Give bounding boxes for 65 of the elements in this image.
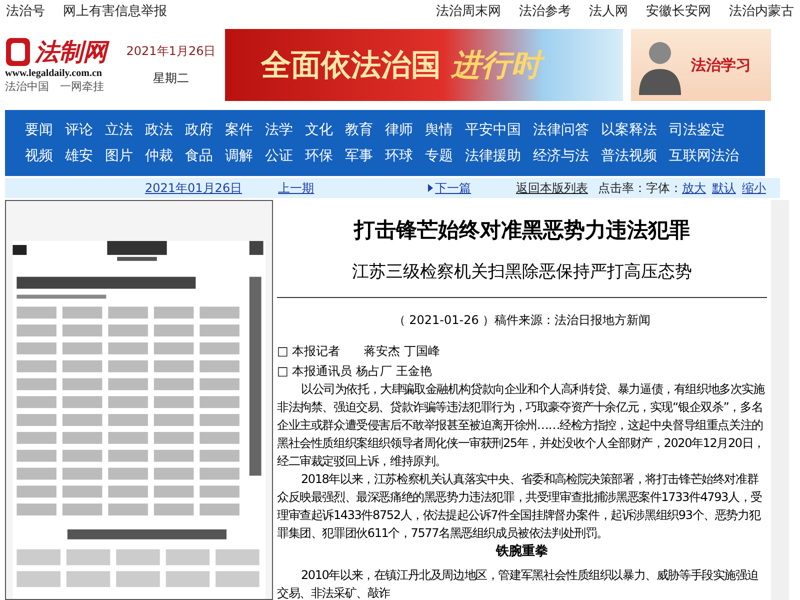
nav-link[interactable]: 评论: [65, 121, 93, 139]
article-meta: （ 2021-01-26 ）稿件来源：法治日报地方新闻: [393, 312, 651, 329]
previous-issue-link[interactable]: 上一期: [278, 180, 314, 196]
logo-slogan: 法治中国 一网牵挂: [5, 79, 104, 94]
article-paragraph: 2010年以来，在镇江丹北及周边地区，管建军黑社会性质组织以暴力、威胁等手段实施强迫交易、非法采矿、敲诈: [277, 567, 760, 600]
nav-link[interactable]: 军事: [345, 147, 373, 165]
promo-banner[interactable]: 法治学习: [631, 29, 771, 101]
nav-link[interactable]: 政法: [145, 121, 173, 139]
top-link[interactable]: 法人网: [589, 2, 628, 20]
nav-link[interactable]: 图片: [105, 147, 133, 165]
font-size-link[interactable]: 缩小: [742, 180, 766, 196]
header-date: 2021年1月26日: [126, 43, 216, 60]
font-size-link[interactable]: 放大: [682, 180, 706, 196]
nav-link[interactable]: 律师: [385, 121, 413, 139]
nav-link[interactable]: 公证: [265, 147, 293, 165]
nav-link[interactable]: 雄安: [65, 147, 93, 165]
article-subtitle: 江苏三级检察机关扫黑除恶保持严打高压态势: [352, 261, 692, 283]
nav-link[interactable]: 环保: [305, 147, 333, 165]
nav-link[interactable]: 平安中国: [465, 121, 521, 139]
newspaper-scan[interactable]: [5, 200, 273, 600]
article-paragraph: 以公司为依托，大肆骗取金融机构贷款向企业和个人高利转贷、暴力逼债，有组织地多次实施非法拘禁、强迫交易、贷款诈骗等违法犯罪行为，巧取豪夺资产十余亿元，实现“银企双杀”，多名企业主或群众遭受侵害后不敢举报甚至被迫离开徐州……经检方指控，这起中央督导组重点关注的黑社会性质组织案组织领导者周化侠一审获刑25年，并处没收个人全部财产，2020年12月20日，经二审裁定驳回上诉，维持原判。: [277, 381, 766, 470]
triangle-icon: [428, 184, 434, 192]
next-article-link[interactable]: 下一篇: [428, 180, 472, 196]
nav-link[interactable]: 经济与法: [533, 147, 589, 165]
issue-date-link[interactable]: 2021年01月26日: [145, 180, 242, 196]
article-paragraph: 2018年以来，江苏检察机关认真落实中央、省委和高检院决策部署，将打击锋芒始终对准群众反映最强烈、最深恶痛绝的黑恶势力违法犯罪，共受理审查批捕涉黑恶案件1733件4793人，受理审查起诉1433件8752人，依法提起公诉7件全国挂牌督办案件，起诉涉黑组织93个、恶势力犯罪集团、犯罪团伙611个，7577名黑恶组织成员被依法判处刑罚。: [277, 471, 763, 542]
section-heading: 铁腕重拳: [496, 542, 548, 560]
nav-link[interactable]: 互联网法治: [669, 147, 739, 165]
nav-link[interactable]: 立法: [105, 121, 133, 139]
nav-link[interactable]: 法学: [265, 121, 293, 139]
logo-name: 法制网: [35, 36, 107, 68]
header-weekday: 星期二: [153, 70, 189, 87]
top-link[interactable]: 网上有害信息举报: [63, 2, 167, 20]
nav-link[interactable]: 政府: [185, 121, 213, 139]
nav-link[interactable]: 食品: [185, 147, 213, 165]
nav-link[interactable]: 文化: [305, 121, 333, 139]
top-link[interactable]: 法治号: [6, 2, 45, 20]
top-link[interactable]: 法治周末网: [436, 2, 501, 20]
top-link[interactable]: 安徽长安网: [646, 2, 711, 20]
font-size-label: 字体：: [646, 180, 682, 196]
nav-link[interactable]: 以案释法: [601, 121, 657, 139]
top-link[interactable]: 法治参考: [519, 2, 571, 20]
back-to-list-link[interactable]: 返回本版列表: [516, 180, 588, 196]
nav-link[interactable]: 司法鉴定: [669, 121, 725, 139]
nav-link[interactable]: 专题: [425, 147, 453, 165]
nav-link[interactable]: 视频: [25, 147, 53, 165]
nav-link[interactable]: 要闻: [25, 121, 53, 139]
nav-link[interactable]: 普法视频: [601, 147, 657, 165]
campaign-banner[interactable]: 全面依法治国 进行时: [225, 29, 623, 101]
byline: □ 本报通讯员 杨占厂 王金艳: [277, 363, 433, 380]
nav-link[interactable]: 调解: [225, 147, 253, 165]
nav-link[interactable]: 仲裁: [145, 147, 173, 165]
byline: □ 本报记者 蒋安杰 丁国峰: [277, 343, 441, 360]
nav-link[interactable]: 法律问答: [533, 121, 589, 139]
nav-link[interactable]: 法律援助: [465, 147, 521, 165]
logo-emblem-icon: [5, 37, 31, 67]
article-title: 打击锋芒始终对准黑恶势力违法犯罪: [354, 216, 690, 244]
nav-link[interactable]: 案件: [225, 121, 253, 139]
nav-link[interactable]: 教育: [345, 121, 373, 139]
top-link[interactable]: 法治内蒙古: [729, 2, 794, 20]
nav-link[interactable]: 环球: [385, 147, 413, 165]
click-rate-label: 点击率：: [598, 180, 646, 196]
nav-link[interactable]: 舆情: [425, 121, 453, 139]
font-size-link[interactable]: 默认: [712, 180, 736, 196]
logo-url: www.legaldaily.com.cn: [5, 68, 102, 79]
